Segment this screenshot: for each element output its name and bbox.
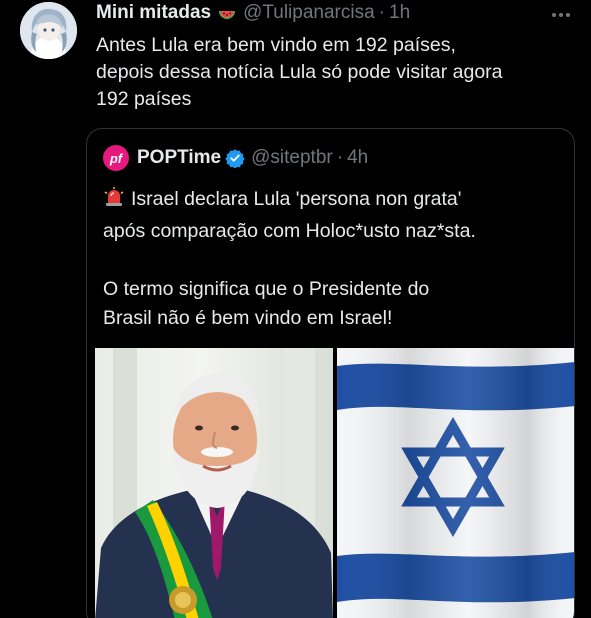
watermelon-icon	[217, 3, 237, 23]
display-name[interactable]: Mini mitadas	[96, 2, 211, 24]
tweet-text-line: 192 países	[96, 88, 192, 110]
quoted-tweet-header: pf POPTime @siteptbr · 4h	[103, 145, 368, 171]
tweet-text: Antes Lula era bem vindo em 192 países, …	[96, 32, 581, 113]
siren-icon	[103, 186, 125, 217]
quoted-text-content: Israel declara Lula 'persona non grata'	[131, 188, 462, 210]
tweet-text-line: Antes Lula era bem vindo em 192 países,	[96, 34, 456, 56]
quoted-text-line-2: após comparação com Holoc*usto naz*sta.	[103, 220, 476, 242]
verified-badge-icon	[225, 148, 245, 168]
quoted-text-line-1: Israel declara Lula 'persona non grata'	[103, 185, 563, 217]
separator-dot: ·	[336, 147, 344, 168]
israel-flag-photo[interactable]	[337, 348, 574, 618]
more-options-icon	[552, 13, 556, 17]
tweet[interactable]: Mini mitadas @Tulipanarcisa · 1h Antes L…	[0, 0, 591, 618]
quoted-display-name[interactable]: POPTime	[137, 147, 221, 169]
anime-avatar-icon	[20, 2, 77, 59]
tweet-header: Mini mitadas @Tulipanarcisa · 1h	[96, 0, 410, 26]
quoted-text-line-4: Brasil não é bem vindo em Israel!	[103, 307, 393, 329]
quoted-media	[95, 348, 574, 618]
poptime-logo[interactable]: pf	[103, 145, 129, 171]
quoted-tweet[interactable]: pf POPTime @siteptbr · 4h Israel declara…	[86, 128, 575, 618]
timestamp[interactable]: 1h	[389, 2, 410, 24]
lula-portrait-photo[interactable]	[95, 348, 333, 618]
separator-dot: ·	[378, 2, 385, 23]
quoted-user-handle[interactable]: @siteptbr	[251, 147, 333, 169]
quoted-timestamp[interactable]: 4h	[347, 147, 368, 169]
user-handle[interactable]: @Tulipanarcisa	[243, 2, 375, 24]
more-options-button[interactable]	[548, 2, 574, 28]
quoted-tweet-text: Israel declara Lula 'persona non grata' …	[103, 185, 563, 333]
quoted-text-line-3: O termo significa que o Presidente do	[103, 278, 430, 300]
tweet-text-line: depois dessa notícia Lula só pode visita…	[96, 61, 503, 83]
avatar[interactable]	[20, 2, 77, 59]
